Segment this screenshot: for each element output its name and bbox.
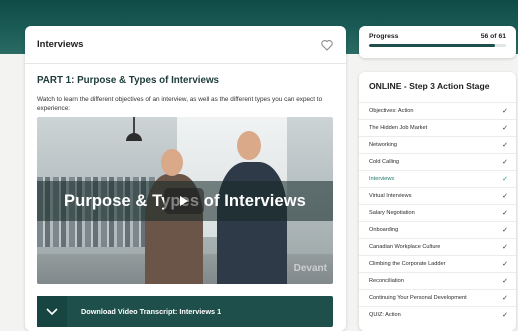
step-item[interactable]: Climbing the Corporate Ladder ✓ <box>359 255 516 272</box>
check-icon: ✓ <box>502 243 508 251</box>
video-scene-head-left <box>161 149 183 176</box>
step-label: Networking <box>369 142 397 148</box>
step-item[interactable]: Objectives: Action ✓ <box>359 102 516 119</box>
lesson-card-header: Interviews <box>25 26 346 64</box>
step-item[interactable]: Cold Calling ✓ <box>359 153 516 170</box>
step-label: Salary Negotiation <box>369 210 415 216</box>
step-item[interactable]: Reconciliation ✓ <box>359 272 516 289</box>
step-list: Objectives: Action ✓ The Hidden Job Market… <box>359 102 516 323</box>
step-label: Reconciliation <box>369 278 404 284</box>
step-item[interactable]: Virtual Interviews ✓ <box>359 187 516 204</box>
step-label: Objectives: Action <box>369 108 414 114</box>
step-label: The Hidden Job Market <box>369 125 428 131</box>
heart-icon[interactable] <box>320 38 334 52</box>
progress-label: Progress <box>369 33 399 40</box>
step-label: QUIZ: Action <box>369 312 401 318</box>
play-button[interactable] <box>164 188 204 214</box>
check-icon: ✓ <box>502 260 508 268</box>
step-label: Virtual Interviews <box>369 193 412 199</box>
step-item[interactable]: Canadian Workplace Culture ✓ <box>359 238 516 255</box>
check-icon: ✓ <box>502 141 508 149</box>
progress-card: Progress 56 of 61 <box>359 26 516 58</box>
step-label: Interviews <box>369 176 395 182</box>
step-item[interactable]: Onboarding ✓ <box>359 221 516 238</box>
download-transcript-label: Download Video Transcript: Interviews 1 <box>81 307 222 316</box>
check-icon: ✓ <box>502 192 508 200</box>
video-player[interactable]: Purpose & Types of Interviews Devant <box>37 117 333 284</box>
check-icon: ✓ <box>502 277 508 285</box>
play-icon <box>180 196 188 206</box>
step-item[interactable]: Salary Negotiation ✓ <box>359 204 516 221</box>
step-label: Cold Calling <box>369 159 400 165</box>
step-item[interactable]: Continuing Your Personal Development ✓ <box>359 289 516 306</box>
step-label: Continuing Your Personal Development <box>369 295 467 301</box>
step-item[interactable]: Networking ✓ <box>359 136 516 153</box>
section-description: Watch to learn the different objectives … <box>37 96 323 112</box>
check-icon: ✓ <box>502 124 508 132</box>
lesson-card: Interviews PART 1: Purpose & Types of In… <box>25 26 346 331</box>
step-item[interactable]: Interviews ✓ <box>359 170 516 187</box>
check-icon: ✓ <box>502 209 508 217</box>
steps-title: ONLINE - Step 3 Action Stage <box>369 81 490 91</box>
check-icon: ✓ <box>502 175 508 183</box>
steps-card: ONLINE - Step 3 Action Stage Objectives:… <box>359 72 516 331</box>
step-label: Canadian Workplace Culture <box>369 244 441 250</box>
video-scene-head-right <box>237 131 261 160</box>
chevron-down-icon <box>46 307 58 315</box>
check-icon: ✓ <box>502 226 508 234</box>
check-icon: ✓ <box>502 158 508 166</box>
video-scene-lamp-shade <box>126 133 142 141</box>
expand-toggle[interactable] <box>37 296 67 327</box>
section-title: PART 1: Purpose & Types of Interviews <box>37 75 220 86</box>
step-label: Onboarding <box>369 227 399 233</box>
check-icon: ✓ <box>502 311 508 319</box>
download-transcript-bar[interactable]: Download Video Transcript: Interviews 1 <box>37 296 333 327</box>
step-item[interactable]: The Hidden Job Market ✓ <box>359 119 516 136</box>
progress-count: 56 of 61 <box>480 33 506 40</box>
video-watermark: Devant <box>293 263 327 274</box>
check-icon: ✓ <box>502 107 508 115</box>
step-item[interactable]: QUIZ: Action ✓ <box>359 306 516 323</box>
step-label: Climbing the Corporate Ladder <box>369 261 446 267</box>
progress-track <box>369 44 506 47</box>
check-icon: ✓ <box>502 294 508 302</box>
progress-fill <box>369 44 495 47</box>
lesson-card-title: Interviews <box>37 39 84 50</box>
